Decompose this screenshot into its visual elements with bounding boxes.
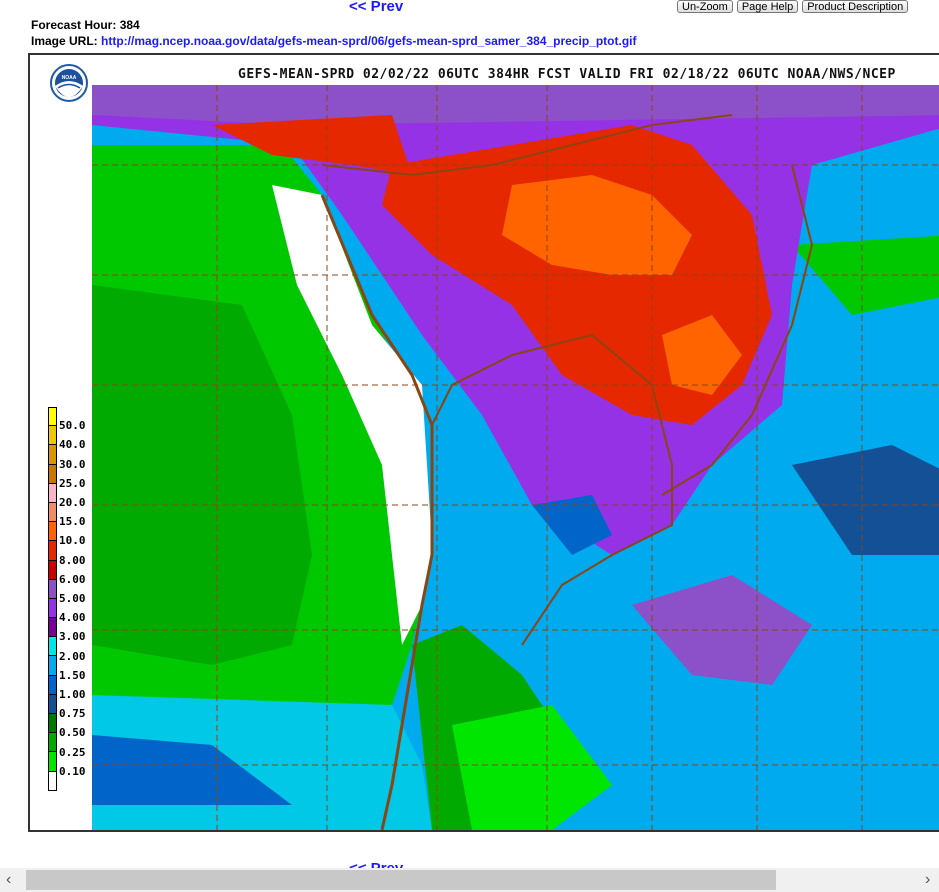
forecast-map-image[interactable]: NOAA GEFS-MEAN-SPRD 02/02/22 06UTC 384HR… xyxy=(28,53,939,832)
legend-label: 15.0 xyxy=(59,515,86,529)
legend-swatch xyxy=(48,733,57,753)
legend-swatch xyxy=(48,560,57,580)
legend-label: 0.25 xyxy=(59,745,86,759)
legend-swatch xyxy=(48,483,57,503)
forecast-hour-line: Forecast Hour: 384 xyxy=(31,18,140,32)
image-url-line: Image URL: http://mag.ncep.noaa.gov/data… xyxy=(31,34,637,48)
legend-swatch xyxy=(48,618,57,638)
unzoom-button[interactable]: Un-Zoom xyxy=(677,0,733,13)
legend-swatch xyxy=(48,541,57,561)
forecast-hour-label: Forecast Hour: xyxy=(31,18,117,32)
legend-swatch xyxy=(48,694,57,714)
noaa-logo-text: NOAA xyxy=(62,75,77,81)
color-legend: 50.0 40.0 30.0 25.0 20.0 15.0 10.0 8.00 6.00 5.00… xyxy=(48,407,86,791)
legend-label: 1.00 xyxy=(59,688,86,701)
scrollbar-thumb[interactable] xyxy=(26,870,776,890)
legend-label: 30.0 xyxy=(59,457,86,471)
scroll-left-icon[interactable]: ‹ xyxy=(6,871,11,889)
legend-label: 1.50 xyxy=(59,668,86,682)
prev-link-top[interactable]: << Prev xyxy=(349,0,403,15)
legend-swatch xyxy=(48,675,57,695)
legend-label: 20.0 xyxy=(59,496,86,509)
image-url-label: Image URL: xyxy=(31,34,98,48)
legend-label: 25.0 xyxy=(59,476,86,490)
legend-swatch xyxy=(48,502,57,523)
legend-swatch xyxy=(48,752,57,772)
legend-swatch xyxy=(48,522,57,542)
legend-label: 0.75 xyxy=(59,707,86,721)
legend-label: 2.00 xyxy=(59,649,86,663)
legend-label: 4.00 xyxy=(59,611,86,625)
legend-label: 10.0 xyxy=(59,534,86,548)
legend-label: 0.50 xyxy=(59,726,86,740)
legend-label: 3.00 xyxy=(59,630,86,644)
legend-swatch xyxy=(48,598,57,619)
legend-label: 6.00 xyxy=(59,572,86,586)
legend-swatch xyxy=(48,714,57,734)
legend-label: 8.00 xyxy=(59,553,86,567)
legend-swatch xyxy=(48,637,57,657)
legend-swatch xyxy=(48,426,57,446)
precip-spread-map xyxy=(92,85,939,830)
legend-swatch xyxy=(48,407,57,427)
legend-label: 50.0 xyxy=(59,419,86,433)
forecast-hour-value: 384 xyxy=(119,18,140,32)
horizontal-scrollbar[interactable]: ‹ › xyxy=(0,868,939,892)
page-help-button[interactable]: Page Help xyxy=(736,0,799,13)
image-url-link[interactable]: http://mag.ncep.noaa.gov/data/gefs-mean-… xyxy=(101,34,636,48)
scroll-right-icon[interactable]: › xyxy=(925,871,930,889)
legend-label: 40.0 xyxy=(59,438,86,452)
legend-swatch xyxy=(48,656,57,676)
legend-swatch xyxy=(48,771,57,791)
noaa-logo-icon: NOAA xyxy=(50,64,88,102)
legend-swatch xyxy=(48,445,57,465)
map-title: GEFS-MEAN-SPRD 02/02/22 06UTC 384HR FCST… xyxy=(238,67,896,82)
product-description-button[interactable]: Product Description xyxy=(802,0,909,13)
legend-label: 5.00 xyxy=(59,592,86,605)
legend-swatch xyxy=(48,579,57,599)
legend-label: 0.10 xyxy=(59,764,86,778)
legend-swatch xyxy=(48,464,57,484)
toolbar: Un-Zoom Page Help Product Description xyxy=(677,0,909,13)
